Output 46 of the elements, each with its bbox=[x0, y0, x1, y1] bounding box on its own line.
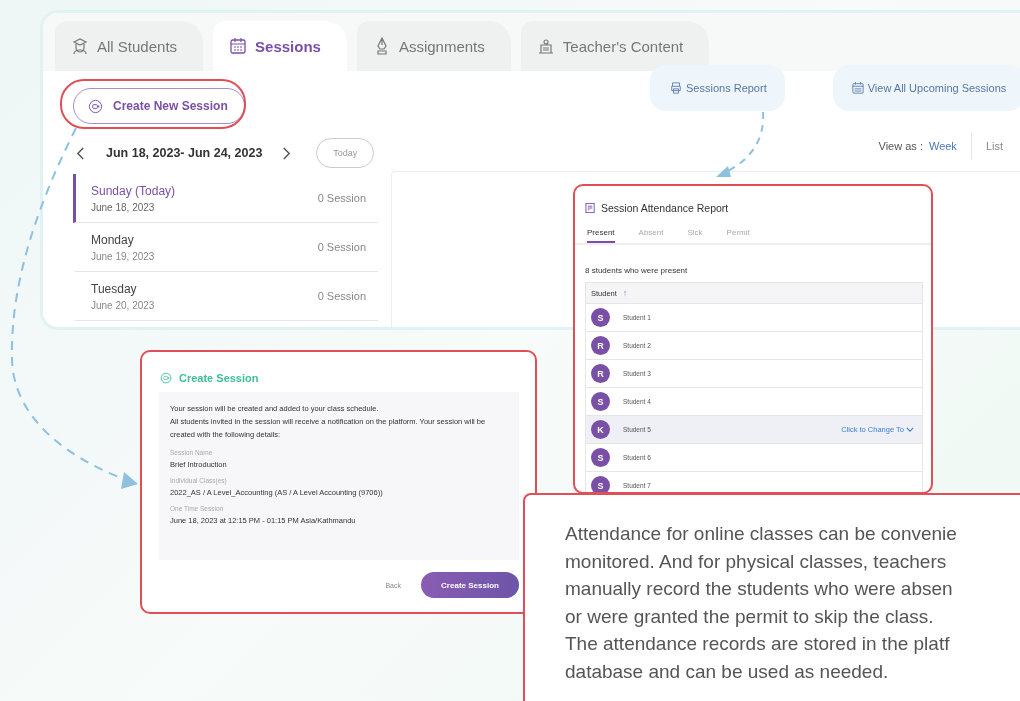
day-name: Monday bbox=[91, 232, 135, 247]
calendar-icon bbox=[229, 37, 248, 55]
date-range: Jun 18, 2023- Jun 24, 2023 bbox=[106, 146, 263, 160]
session-count: 0 Session bbox=[317, 192, 366, 204]
report-icon bbox=[585, 202, 596, 214]
video-chat-icon bbox=[88, 98, 103, 114]
dashed-arrow bbox=[716, 111, 765, 177]
video-chat-icon bbox=[160, 372, 172, 384]
present-summary: 8 students who were present bbox=[585, 266, 688, 275]
view-as-label: View as : bbox=[878, 140, 923, 152]
day-name: Sunday (Today) bbox=[91, 183, 176, 198]
session-count: 0 Session bbox=[317, 241, 366, 253]
tab[interactable]: Sessions bbox=[213, 21, 347, 71]
create-session-submit-button[interactable]: Create Session bbox=[421, 572, 519, 598]
tab[interactable]: All Students bbox=[55, 21, 204, 71]
sort-icon[interactable]: ↑ bbox=[622, 288, 628, 298]
view-option[interactable]: List bbox=[985, 140, 1003, 152]
session-count: 0 Session bbox=[317, 290, 366, 302]
tab[interactable]: Teacher's Content bbox=[520, 21, 710, 71]
student-icon bbox=[71, 37, 89, 55]
content-icon bbox=[536, 37, 555, 55]
avatar: K bbox=[591, 420, 610, 439]
avatar: R bbox=[591, 336, 610, 355]
dialog-title: Create Session bbox=[179, 372, 259, 384]
day-date: June 18, 2023 bbox=[91, 201, 156, 213]
avatar: S bbox=[591, 448, 610, 467]
upcoming-sessions-button[interactable]: View All Upcoming Sessions bbox=[832, 65, 1020, 111]
report-title: Session Attendance Report bbox=[601, 202, 729, 214]
tab[interactable]: Assignments bbox=[356, 21, 511, 71]
avatar: S bbox=[591, 392, 610, 411]
status-tab[interactable]: Present bbox=[587, 228, 615, 243]
avatar: S bbox=[591, 308, 610, 327]
day-date: June 19, 2023 bbox=[91, 250, 155, 262]
printer-icon bbox=[670, 82, 682, 94]
day-name: Tuesday bbox=[91, 281, 138, 296]
day-date: June 20, 2023 bbox=[91, 299, 155, 311]
avatar: S bbox=[591, 476, 610, 492]
avatar: R bbox=[591, 364, 610, 383]
day-item[interactable]: Sunday (Today) June 18, 2023 0 Session bbox=[73, 174, 378, 223]
callout-text: Attendance for online classes can be convenie monitored. And for physical classes, teachers manually record the students who were absen or were granted the permit to skip the class. The attendance records are stored in the platf database and can be used as needed. bbox=[565, 522, 958, 684]
sessions-report-button[interactable]: Sessions Report bbox=[650, 65, 785, 111]
day-item[interactable]: Tuesday June 20, 2023 0 Session bbox=[73, 272, 378, 321]
day-item[interactable]: Monday June 19, 2023 0 Session bbox=[73, 223, 378, 272]
view-option[interactable]: Week bbox=[928, 140, 957, 152]
chevron-down-icon bbox=[906, 427, 914, 432]
calendar-icon bbox=[851, 82, 864, 94]
